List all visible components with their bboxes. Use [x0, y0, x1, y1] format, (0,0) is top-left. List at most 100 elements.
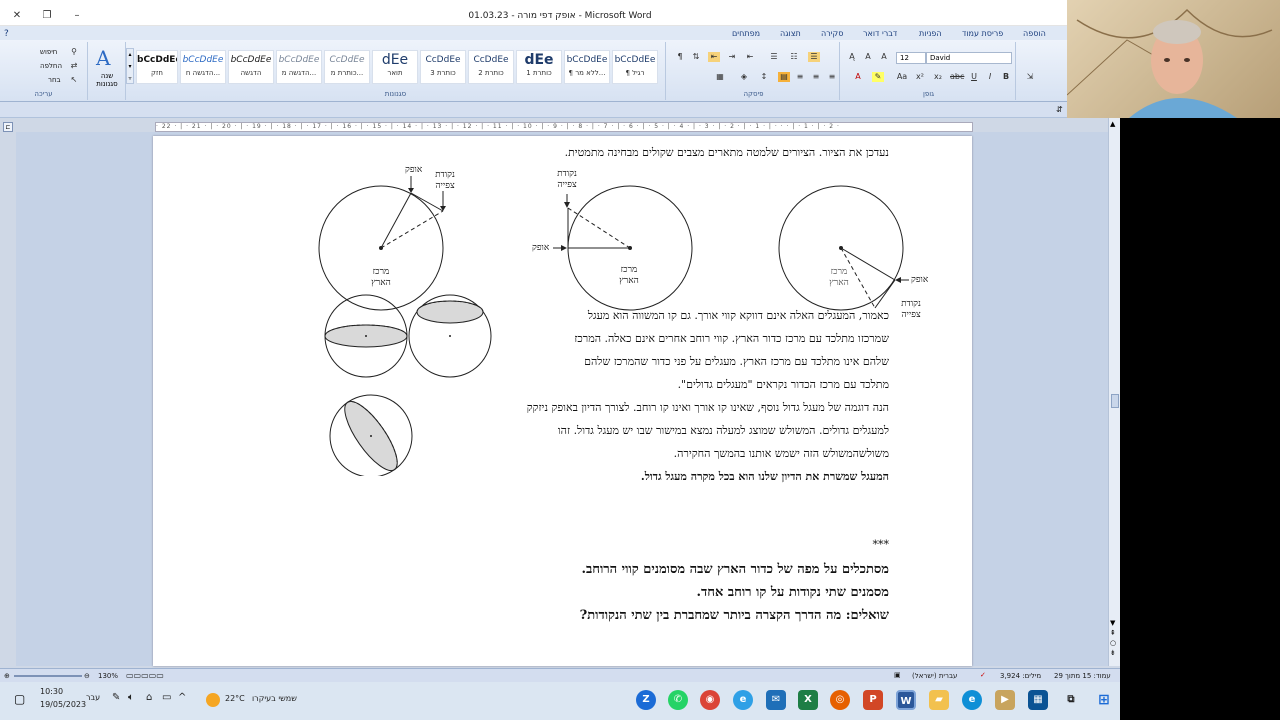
help-icon[interactable]: ?: [4, 29, 9, 39]
style-subtle-emphasis[interactable]: bCcDdEe הדגשה מ...: [276, 50, 322, 84]
page-count[interactable]: עמוד: 15 מתוך 29: [1054, 672, 1111, 680]
style-no-spacing[interactable]: bCcDdEe ¶ ללא מר...: [564, 50, 610, 84]
shrink-font-icon[interactable]: A: [862, 52, 874, 62]
strikethrough-icon[interactable]: abc: [950, 72, 964, 82]
outdent-icon[interactable]: ⇤: [744, 52, 756, 62]
justify-icon[interactable]: ▤: [778, 72, 790, 82]
zoom-app-icon[interactable]: Z: [636, 690, 656, 710]
styles-scroll[interactable]: ▴ ▾ ▿: [126, 48, 134, 84]
style-heading-2[interactable]: CcDdEe כותרת 2: [468, 50, 514, 84]
center-icon[interactable]: ≡: [810, 72, 822, 82]
change-styles-button[interactable]: שנה סגנונות: [90, 72, 124, 88]
clock-time[interactable]: 10:30: [40, 687, 63, 696]
shading-icon[interactable]: ◈: [738, 72, 750, 82]
style-strong[interactable]: bCcDdEeחזק: [136, 50, 178, 84]
style-heading-1[interactable]: dEe כותרת 1: [516, 50, 562, 84]
whatsapp-icon[interactable]: ✆: [668, 690, 688, 710]
bold-icon[interactable]: B: [1000, 72, 1012, 82]
battery-icon[interactable]: ▭: [162, 692, 171, 703]
scroll-nav-icons[interactable]: ▼ ⇞ ○ ⇟: [1110, 618, 1116, 658]
style-normal[interactable]: bCcDdEe ¶ רגיל: [612, 50, 658, 84]
vertical-scrollbar[interactable]: ▲ ▼ ⇞ ○ ⇟: [1108, 118, 1120, 666]
sort-icon[interactable]: ⇅: [690, 52, 702, 62]
tab-references[interactable]: הפניות: [919, 29, 942, 38]
horizontal-ruler[interactable]: · 22 · | · 21 · | · 20 · | · 19 · | · 18…: [155, 122, 973, 132]
replace-button[interactable]: החלפה: [40, 62, 62, 70]
powerpoint-icon[interactable]: P: [863, 690, 883, 710]
style-intense-emphasis[interactable]: bCcDdEe הדגשה ח...: [180, 50, 226, 84]
align-left-icon[interactable]: ≡: [826, 72, 838, 82]
tray-overflow-icon[interactable]: ^: [178, 692, 186, 703]
clear-format-icon[interactable]: Ą: [846, 52, 858, 62]
volume-icon[interactable]: 🔈︎: [128, 692, 134, 703]
weather-sun-icon[interactable]: [206, 693, 220, 707]
font-size-box[interactable]: 12: [896, 52, 926, 64]
align-right-icon[interactable]: ≡: [794, 72, 806, 82]
scroll-up-icon[interactable]: ▲: [1110, 120, 1115, 128]
store-icon[interactable]: ▦: [1028, 690, 1048, 710]
grow-font-icon[interactable]: A: [878, 52, 890, 62]
borders-icon[interactable]: ▦: [714, 72, 726, 82]
subscript-icon[interactable]: x₂: [932, 72, 944, 82]
line-spacing-icon[interactable]: ↕: [758, 72, 770, 82]
notification-icon[interactable]: ▢: [14, 692, 30, 708]
underline-icon[interactable]: U: [968, 72, 980, 82]
proofing-icon[interactable]: ✓: [980, 671, 986, 679]
language-indicator[interactable]: עברית (ישראל): [912, 672, 957, 680]
network-icon[interactable]: ⌂: [146, 692, 152, 703]
scroll-thumb[interactable]: [1111, 394, 1119, 408]
task-view-icon[interactable]: ⧉: [1061, 690, 1081, 710]
weather-temp[interactable]: 22°C: [225, 694, 245, 703]
clock-date[interactable]: 19/05/2023: [40, 700, 86, 709]
mail-icon[interactable]: ✉: [766, 690, 786, 710]
zoom-minus-icon[interactable]: ⊖: [84, 672, 90, 680]
style-emphasis[interactable]: bCcDdEe הדגשה: [228, 50, 274, 84]
style-subtitle[interactable]: CcDdEe כותרת מ...: [324, 50, 370, 84]
multilevel-list-icon[interactable]: ☰: [768, 52, 780, 62]
weather-text[interactable]: שמשי בעיקרו: [252, 694, 297, 703]
select-button[interactable]: בחר: [48, 76, 61, 84]
clipboard-launcher-icon[interactable]: ⇲: [1024, 72, 1036, 82]
tab-view[interactable]: תצוגה: [780, 29, 801, 38]
change-styles-icon[interactable]: A: [96, 46, 110, 70]
media-icon[interactable]: ▶: [995, 690, 1015, 710]
pen-icon[interactable]: ✎: [112, 692, 120, 703]
excel-icon[interactable]: X: [798, 690, 818, 710]
word-icon[interactable]: W: [896, 690, 916, 710]
start-icon[interactable]: ⊞: [1094, 690, 1114, 710]
zoom-plus-icon[interactable]: ⊕: [4, 672, 10, 680]
bullets-icon[interactable]: ☰: [808, 52, 820, 62]
font-color-icon[interactable]: A: [852, 72, 864, 82]
paragraph-mark-icon[interactable]: ¶: [674, 52, 686, 62]
macro-icon[interactable]: ▣: [894, 671, 901, 679]
input-language[interactable]: עבר: [86, 693, 100, 702]
style-heading-3[interactable]: CcDdEe כותרת 3: [420, 50, 466, 84]
ruler-toggle-icon[interactable]: ⊏: [3, 122, 13, 132]
zoom-slider[interactable]: [14, 675, 82, 677]
firefox-icon[interactable]: ◎: [830, 690, 850, 710]
zoom-level[interactable]: 130%: [98, 672, 118, 680]
tab-page-layout[interactable]: פריסת עמוד: [962, 29, 1003, 38]
tab-developer[interactable]: מפתחים: [732, 29, 760, 38]
italic-icon[interactable]: I: [984, 72, 996, 82]
font-name-box[interactable]: David: [926, 52, 1012, 64]
indent-icon[interactable]: ⇥: [726, 52, 738, 62]
tab-insert[interactable]: הוספה: [1023, 29, 1046, 38]
numbering-icon[interactable]: ☷: [788, 52, 800, 62]
word-count[interactable]: מילים: 3,924: [1000, 672, 1041, 680]
tab-mailings[interactable]: דברי דואר: [863, 29, 897, 38]
superscript-icon[interactable]: x²: [914, 72, 926, 82]
ribbon-collapse-icon[interactable]: ⇵: [1056, 105, 1063, 114]
style-title[interactable]: dEe תואר: [372, 50, 418, 84]
document-page[interactable]: נעדכן את הציור. הציורים שלמטה מתארים מצב…: [153, 136, 972, 666]
tab-review[interactable]: סקירה: [821, 29, 843, 38]
chrome-icon[interactable]: ◉: [700, 690, 720, 710]
highlight-icon[interactable]: ✎: [872, 72, 884, 82]
change-case-icon[interactable]: Aa: [896, 72, 908, 82]
view-buttons[interactable]: ▭▭▭▭▭: [126, 671, 164, 680]
browser-icon[interactable]: e: [733, 690, 753, 710]
find-button[interactable]: חיפוש: [40, 48, 57, 56]
rtl-icon[interactable]: ⇤: [708, 52, 720, 62]
file-explorer-icon[interactable]: ▰: [929, 690, 949, 710]
edge-icon[interactable]: e: [962, 690, 982, 710]
